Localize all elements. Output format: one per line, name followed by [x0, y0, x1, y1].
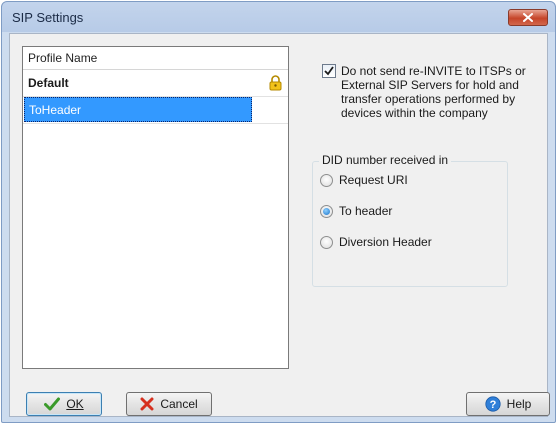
lock-icon — [269, 75, 282, 91]
help-button[interactable]: ? Help — [466, 392, 550, 416]
profile-item-label: Default — [28, 76, 69, 90]
cancel-x-icon — [140, 397, 154, 411]
did-group-title: DID number received in — [319, 153, 452, 167]
close-button[interactable] — [508, 9, 548, 26]
help-button-label: Help — [506, 397, 532, 411]
radio-request-uri-label[interactable]: Request URI — [339, 173, 408, 187]
cancel-button[interactable]: Cancel — [126, 392, 212, 416]
help-icon: ? — [485, 396, 501, 412]
title-bar[interactable]: SIP Settings — [2, 2, 555, 34]
checkmark-icon — [324, 66, 334, 76]
radio-diversion-header-label[interactable]: Diversion Header — [339, 235, 432, 249]
radio-diversion-header[interactable] — [320, 236, 333, 249]
close-icon — [523, 13, 533, 22]
dialog-body: Profile Name Default ToHeader Do not sen… — [9, 33, 551, 417]
reinvite-checkbox-label[interactable]: Do not send re-INVITE to ITSPs or Extern… — [341, 64, 551, 120]
profile-item-default[interactable]: Default — [23, 70, 288, 97]
ok-button-label: OK — [66, 397, 84, 411]
check-icon — [44, 397, 61, 411]
sip-settings-dialog: SIP Settings Profile Name Default ToHead… — [1, 1, 556, 423]
profile-list[interactable]: Profile Name Default ToHeader — [22, 46, 289, 369]
radio-to-header[interactable] — [320, 205, 333, 218]
profile-list-header[interactable]: Profile Name — [23, 47, 288, 70]
window-title: SIP Settings — [12, 10, 84, 25]
profile-item-toheader[interactable]: ToHeader — [24, 97, 252, 122]
ok-button[interactable]: OK — [26, 392, 102, 416]
cancel-button-label: Cancel — [160, 397, 198, 411]
reinvite-checkbox[interactable] — [322, 64, 336, 78]
radio-request-uri[interactable] — [320, 174, 333, 187]
svg-text:?: ? — [489, 399, 496, 411]
radio-to-header-label[interactable]: To header — [339, 204, 392, 218]
